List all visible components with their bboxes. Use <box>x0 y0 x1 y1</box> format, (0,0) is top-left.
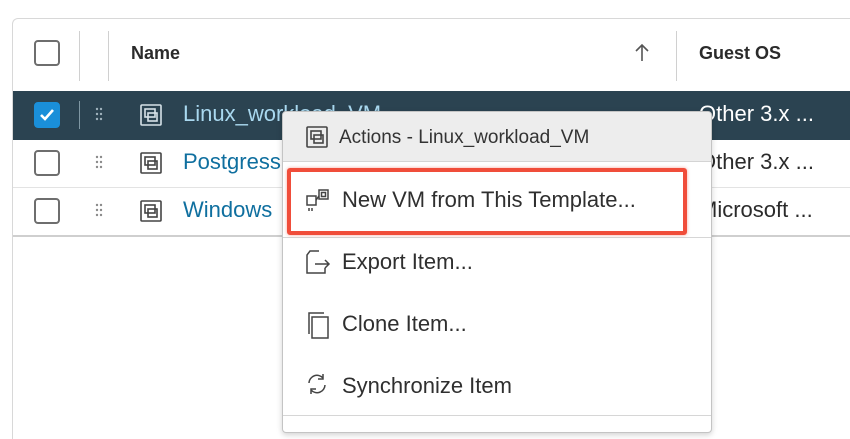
column-header-name[interactable]: Name <box>131 43 180 64</box>
select-all-checkbox[interactable] <box>34 40 60 66</box>
vm-template-icon <box>139 199 163 228</box>
menu-item-label: Export Item... <box>342 249 473 274</box>
menu-divider <box>283 415 711 416</box>
menu-item-clone[interactable]: Clone Item... <box>283 296 711 352</box>
menu-item-new-vm-from-template[interactable]: New VM from This Template... <box>283 172 711 228</box>
vm-template-icon <box>139 151 163 180</box>
new-vm-icon <box>305 186 331 217</box>
check-icon <box>40 109 54 121</box>
menu-item-label: New VM from This Template... <box>342 187 636 212</box>
vm-template-icon <box>139 103 163 132</box>
export-icon <box>305 248 331 281</box>
column-divider <box>79 101 80 129</box>
row-checkbox[interactable] <box>34 150 60 176</box>
context-menu-title: Actions - Linux_workload_VM <box>339 127 590 148</box>
menu-item-label: Synchronize Item <box>342 373 512 398</box>
column-divider <box>108 31 109 81</box>
sort-ascending-icon[interactable] <box>634 43 650 68</box>
grid-header: Name Guest OS <box>13 19 850 92</box>
vm-name-link[interactable]: Postgress <box>183 149 281 175</box>
menu-item-synchronize[interactable]: Synchronize Item <box>283 358 711 414</box>
column-divider <box>79 31 80 81</box>
drag-handle-icon[interactable] <box>95 107 103 126</box>
vm-name-link[interactable]: Windows <box>183 197 272 223</box>
menu-item-export[interactable]: Export Item... <box>283 234 711 290</box>
guest-os-value: Other 3.x ... <box>699 101 814 126</box>
clone-icon <box>305 310 331 345</box>
menu-item-label: Clone Item... <box>342 311 467 336</box>
column-header-guest-os[interactable]: Guest OS <box>699 43 781 64</box>
row-checkbox[interactable] <box>34 198 60 224</box>
sync-icon <box>305 372 329 401</box>
row-checkbox[interactable] <box>34 102 60 128</box>
guest-os-value: Microsoft ... <box>699 197 813 222</box>
drag-handle-icon[interactable] <box>95 155 103 174</box>
context-menu-header: Actions - Linux_workload_VM <box>283 112 711 162</box>
drag-handle-icon[interactable] <box>95 203 103 222</box>
context-menu: Actions - Linux_workload_VM New VM from … <box>282 111 712 433</box>
vm-template-icon <box>305 125 329 154</box>
column-resize-handle[interactable] <box>676 31 677 81</box>
guest-os-value: Other 3.x ... <box>699 149 814 174</box>
